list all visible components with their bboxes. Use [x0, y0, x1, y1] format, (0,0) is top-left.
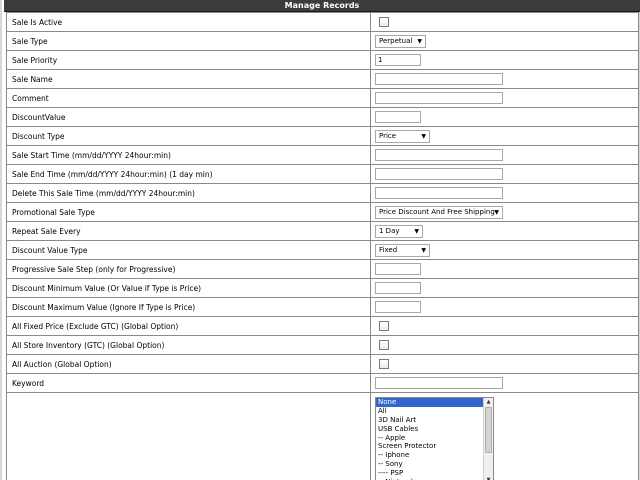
row-sale-start-time: Sale Start Time (mm/dd/YYYY 24hour:min)	[6, 145, 639, 165]
discount-type-select[interactable]: Price ▼	[375, 129, 430, 143]
row-keyword: Keyword	[6, 373, 639, 393]
row-promotional-sale-type: Promotional Sale Type Price Discount And…	[6, 202, 639, 222]
row-repeat-sale-every: Repeat Sale Every 1 Day ▼	[6, 221, 639, 241]
repeat-sale-every-value: 1 Day	[379, 226, 400, 235]
page-title: Manage Records	[4, 0, 640, 12]
delete-sale-time-input[interactable]	[375, 187, 503, 199]
discount-type-label: Discount Type	[6, 126, 371, 146]
category-option[interactable]: -- Iphone	[376, 451, 483, 460]
sale-name-input[interactable]	[375, 73, 503, 85]
progressive-sale-step-input[interactable]	[375, 263, 421, 275]
manage-records-panel: Manage Records Sale Is Active Sale Type …	[0, 0, 640, 480]
category-option[interactable]: 3D Nail Art	[376, 416, 483, 425]
row-progressive-sale-step: Progressive Sale Step (only for Progress…	[6, 259, 639, 279]
discount-maximum-value-label: Discount Maximum Value (Ignore If Type i…	[6, 297, 371, 317]
all-auction-checkbox[interactable]	[379, 359, 389, 369]
delete-sale-time-label: Delete This Sale Time (mm/dd/YYYY 24hour…	[6, 183, 371, 203]
keyword-label: Keyword	[6, 373, 371, 393]
scroll-down-icon[interactable]: ▼	[484, 476, 493, 480]
promotional-sale-type-value: Price Discount And Free Shipping	[379, 207, 495, 216]
category-options: None All 3D Nail Art USB Cables -- Apple Scre…	[376, 398, 483, 480]
row-all-store-inventory: All Store Inventory (GTC) (Global Option…	[6, 335, 639, 355]
discount-minimum-value-label: Discount Minimum Value (Or Value if Type…	[6, 278, 371, 298]
chevron-down-icon: ▼	[414, 227, 419, 235]
sale-priority-input[interactable]: 1	[375, 54, 421, 66]
discount-value-type-label: Discount Value Type	[6, 240, 371, 260]
category-option[interactable]: All	[376, 407, 483, 416]
all-store-inventory-label: All Store Inventory (GTC) (Global Option…	[6, 335, 371, 355]
sale-name-label: Sale Name	[6, 69, 371, 89]
row-sale-type: Sale Type Perpetual ▼	[6, 31, 639, 51]
scrollbar-thumb[interactable]	[485, 407, 492, 453]
category-option[interactable]: USB Cables	[376, 425, 483, 434]
chevron-down-icon: ▼	[421, 246, 426, 254]
sale-end-time-label: Sale End Time (mm/dd/YYYY 24hour:min) (1…	[6, 164, 371, 184]
chevron-down-icon: ▼	[417, 37, 422, 45]
sale-type-value: Perpetual	[379, 36, 413, 45]
row-sale-is-active: Sale Is Active	[6, 12, 639, 32]
keyword-input[interactable]	[375, 377, 503, 389]
row-delete-sale-time: Delete This Sale Time (mm/dd/YYYY 24hour…	[6, 183, 639, 203]
category-option[interactable]: ---- PSP	[376, 469, 483, 478]
all-fixed-price-checkbox[interactable]	[379, 321, 389, 331]
listbox-scrollbar[interactable]: ▲ ▼	[483, 398, 493, 480]
discount-type-value: Price	[379, 131, 397, 140]
category-option[interactable]: -- Sony	[376, 460, 483, 469]
sale-priority-label: Sale Priority	[6, 50, 371, 70]
discount-value-type-select[interactable]: Fixed ▼	[375, 243, 430, 257]
sale-is-active-checkbox[interactable]	[379, 17, 389, 27]
discount-minimum-value-input[interactable]	[375, 282, 421, 294]
all-auction-label: All Auction (Global Option)	[6, 354, 371, 374]
row-discount-value: DiscountValue	[6, 107, 639, 127]
sale-type-label: Sale Type	[6, 31, 371, 51]
row-sale-priority: Sale Priority 1	[6, 50, 639, 70]
sale-start-time-label: Sale Start Time (mm/dd/YYYY 24hour:min)	[6, 145, 371, 165]
row-discount-minimum-value: Discount Minimum Value (Or Value if Type…	[6, 278, 639, 298]
sale-is-active-label: Sale Is Active	[6, 12, 371, 32]
repeat-sale-every-select[interactable]: 1 Day ▼	[375, 224, 423, 238]
sale-type-select[interactable]: Perpetual ▼	[375, 34, 426, 48]
category-list-label	[6, 392, 371, 480]
category-option[interactable]: Screen Protector	[376, 442, 483, 451]
row-category-list: None All 3D Nail Art USB Cables -- Apple Scre…	[6, 392, 639, 480]
category-option[interactable]: None	[376, 398, 483, 407]
promotional-sale-type-label: Promotional Sale Type	[6, 202, 371, 222]
category-option[interactable]: -- Apple	[376, 434, 483, 443]
comment-label: Comment	[6, 88, 371, 108]
all-store-inventory-checkbox[interactable]	[379, 340, 389, 350]
row-sale-name: Sale Name	[6, 69, 639, 89]
discount-maximum-value-input[interactable]	[375, 301, 421, 313]
chevron-down-icon: ▼	[421, 132, 426, 140]
row-comment: Comment	[6, 88, 639, 108]
category-listbox[interactable]: None All 3D Nail Art USB Cables -- Apple Scre…	[375, 397, 494, 480]
sale-start-time-input[interactable]	[375, 149, 503, 161]
discount-value-type-value: Fixed	[379, 245, 398, 254]
scroll-up-icon[interactable]: ▲	[484, 398, 493, 406]
row-sale-end-time: Sale End Time (mm/dd/YYYY 24hour:min) (1…	[6, 164, 639, 184]
row-discount-type: Discount Type Price ▼	[6, 126, 639, 146]
sale-end-time-input[interactable]	[375, 168, 503, 180]
discount-value-label: DiscountValue	[6, 107, 371, 127]
records-form: Sale Is Active Sale Type Perpetual ▼ Sale…	[6, 12, 639, 480]
row-discount-value-type: Discount Value Type Fixed ▼	[6, 240, 639, 260]
row-all-auction: All Auction (Global Option)	[6, 354, 639, 374]
chevron-down-icon: ▼	[494, 208, 499, 216]
progressive-sale-step-label: Progressive Sale Step (only for Progress…	[6, 259, 371, 279]
all-fixed-price-label: All Fixed Price (Exclude GTC) (Global Op…	[6, 316, 371, 336]
discount-value-input[interactable]	[375, 111, 421, 123]
row-discount-maximum-value: Discount Maximum Value (Ignore If Type i…	[6, 297, 639, 317]
row-all-fixed-price: All Fixed Price (Exclude GTC) (Global Op…	[6, 316, 639, 336]
promotional-sale-type-select[interactable]: Price Discount And Free Shipping ▼	[375, 205, 503, 219]
repeat-sale-every-label: Repeat Sale Every	[6, 221, 371, 241]
comment-input[interactable]	[375, 92, 503, 104]
